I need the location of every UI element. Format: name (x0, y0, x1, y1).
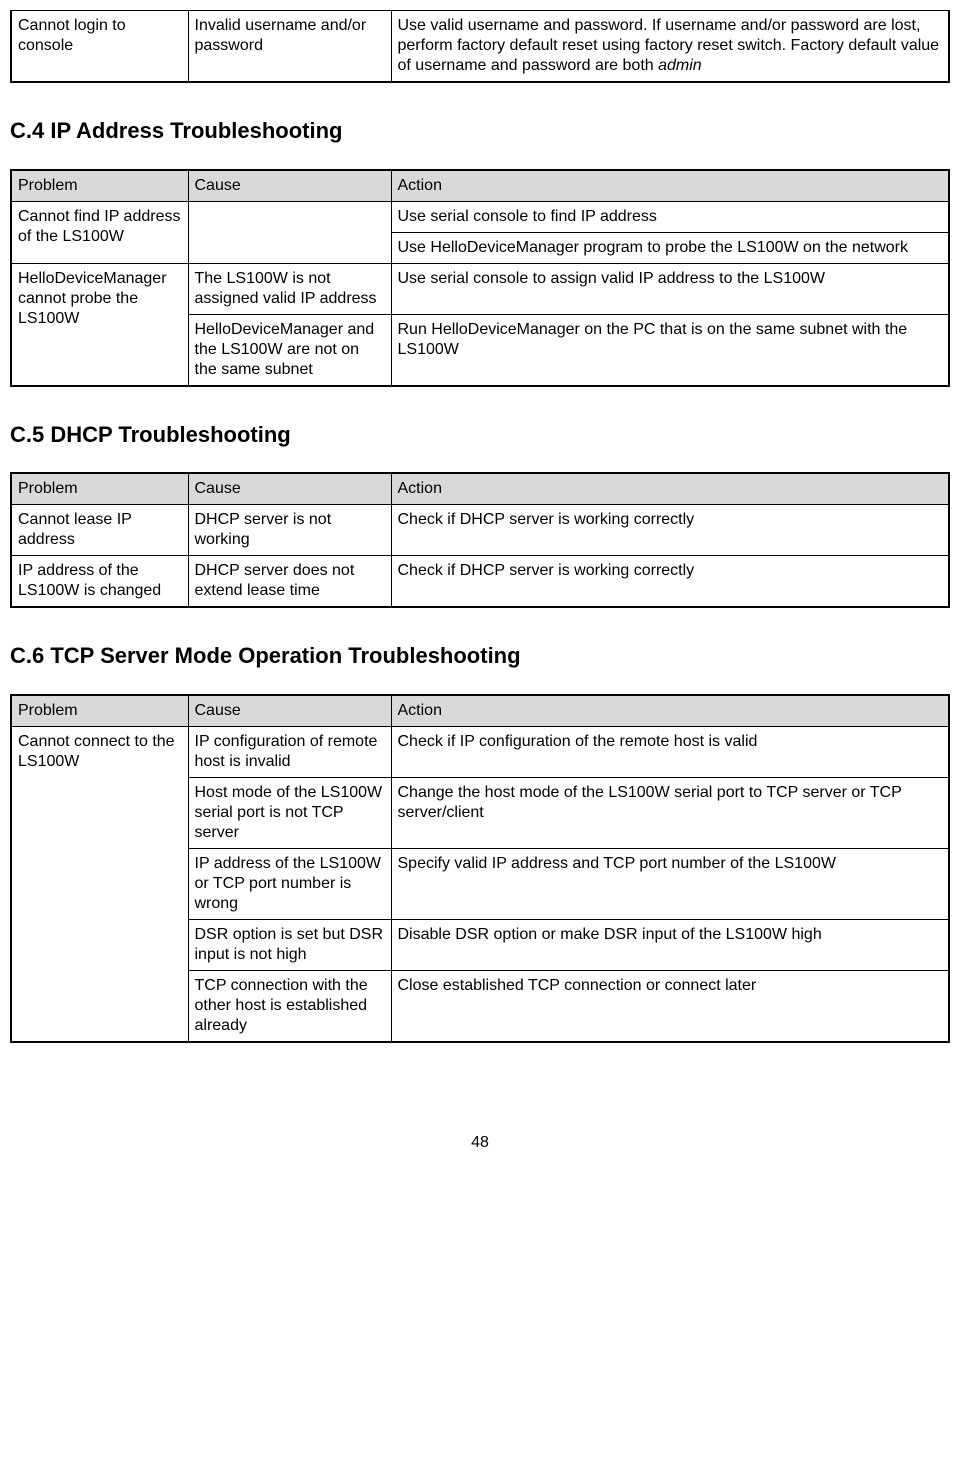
cell-problem: Cannot lease IP address (11, 505, 188, 556)
table-header-row: Problem Cause Action (11, 170, 949, 202)
heading-c6: C.6 TCP Server Mode Operation Troublesho… (10, 642, 950, 670)
header-action: Action (391, 170, 949, 202)
cell-cause: IP address of the LS100W or TCP port num… (188, 848, 391, 919)
cell-cause: Invalid username and/or password (188, 11, 391, 83)
cell-cause: Host mode of the LS100W serial port is n… (188, 777, 391, 848)
cell-problem: Cannot find IP address of the LS100W (11, 201, 188, 263)
header-problem: Problem (11, 695, 188, 727)
cell-action: Check if DHCP server is working correctl… (391, 556, 949, 608)
cell-action: Close established TCP connection or conn… (391, 970, 949, 1042)
header-action: Action (391, 695, 949, 727)
header-problem: Problem (11, 473, 188, 505)
header-cause: Cause (188, 695, 391, 727)
table-c5: Problem Cause Action Cannot lease IP add… (10, 472, 950, 608)
action-italic: admin (658, 57, 702, 74)
cell-cause (188, 201, 391, 263)
page-number: 48 (10, 1133, 950, 1153)
cell-action: Use HelloDeviceManager program to probe … (391, 232, 949, 263)
header-action: Action (391, 473, 949, 505)
table-c6: Problem Cause Action Cannot connect to t… (10, 694, 950, 1043)
table-row: IP address of the LS100W is changed DHCP… (11, 556, 949, 608)
cell-action: Use serial console to find IP address (391, 201, 949, 232)
table-row: HelloDeviceManager cannot probe the LS10… (11, 263, 949, 314)
cell-action: Disable DSR option or make DSR input of … (391, 919, 949, 970)
cell-problem: HelloDeviceManager cannot probe the LS10… (11, 263, 188, 386)
cell-cause: DSR option is set but DSR input is not h… (188, 919, 391, 970)
cell-action: Check if DHCP server is working correctl… (391, 505, 949, 556)
cell-cause: DHCP server does not extend lease time (188, 556, 391, 608)
cell-cause: The LS100W is not assigned valid IP addr… (188, 263, 391, 314)
table-fragment: Cannot login to console Invalid username… (10, 10, 950, 83)
cell-action: Check if IP configuration of the remote … (391, 726, 949, 777)
header-problem: Problem (11, 170, 188, 202)
cell-action: Use valid username and password. If user… (391, 11, 949, 83)
header-cause: Cause (188, 170, 391, 202)
table-row: Cannot find IP address of the LS100W Use… (11, 201, 949, 232)
table-header-row: Problem Cause Action (11, 473, 949, 505)
heading-c4: C.4 IP Address Troubleshooting (10, 117, 950, 145)
cell-problem: IP address of the LS100W is changed (11, 556, 188, 608)
table-row: Cannot login to console Invalid username… (11, 11, 949, 83)
cell-problem: Cannot connect to the LS100W (11, 726, 188, 1042)
cell-action: Use serial console to assign valid IP ad… (391, 263, 949, 314)
cell-action: Run HelloDeviceManager on the PC that is… (391, 314, 949, 386)
cell-cause: HelloDeviceManager and the LS100W are no… (188, 314, 391, 386)
header-cause: Cause (188, 473, 391, 505)
cell-action: Specify valid IP address and TCP port nu… (391, 848, 949, 919)
table-row: Cannot connect to the LS100W IP configur… (11, 726, 949, 777)
table-c4: Problem Cause Action Cannot find IP addr… (10, 169, 950, 387)
cell-problem: Cannot login to console (11, 11, 188, 83)
cell-action: Change the host mode of the LS100W seria… (391, 777, 949, 848)
cell-cause: IP configuration of remote host is inval… (188, 726, 391, 777)
cell-cause: DHCP server is not working (188, 505, 391, 556)
table-row: Cannot lease IP address DHCP server is n… (11, 505, 949, 556)
table-header-row: Problem Cause Action (11, 695, 949, 727)
heading-c5: C.5 DHCP Troubleshooting (10, 421, 950, 449)
cell-cause: TCP connection with the other host is es… (188, 970, 391, 1042)
